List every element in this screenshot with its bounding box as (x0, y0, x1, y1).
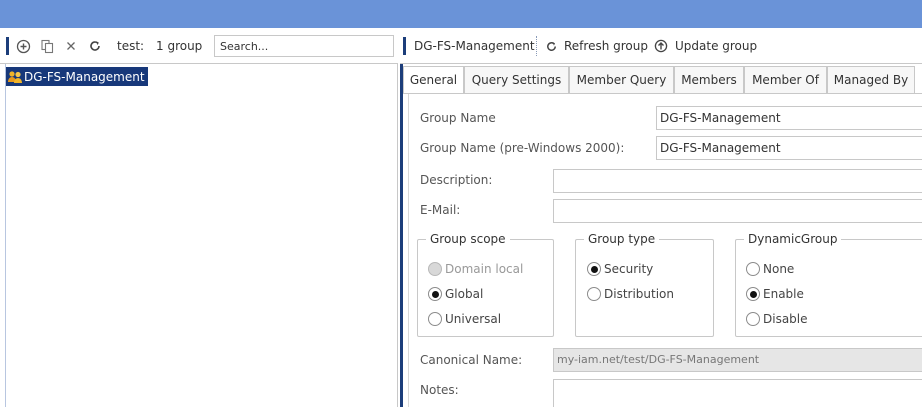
tab-general[interactable]: General (403, 66, 464, 94)
type-security-option[interactable]: Security (587, 262, 653, 276)
scope-global-label: Global (445, 287, 484, 301)
dynamic-group-title: DynamicGroup (744, 232, 842, 246)
radio-disable[interactable] (746, 312, 760, 326)
refresh-group-icon[interactable] (543, 38, 559, 54)
copy-icon[interactable] (39, 38, 55, 54)
notes-field[interactable] (553, 379, 922, 407)
scope-universal-option[interactable]: Universal (428, 312, 501, 326)
add-icon[interactable] (15, 38, 31, 54)
toolbar-accent (6, 37, 9, 55)
tree-item-label: DG-FS-Management (24, 69, 145, 84)
tree-item-group[interactable]: DG-FS-Management (6, 67, 148, 86)
dynamic-disable-label: Disable (763, 312, 808, 326)
scope-domain-local-option[interactable]: Domain local (428, 262, 523, 276)
description-field[interactable] (553, 169, 922, 193)
dynamic-none-label: None (763, 262, 795, 276)
update-group-button[interactable]: Update group (675, 39, 757, 53)
dynamic-disable-option[interactable]: Disable (746, 312, 808, 326)
tab-members[interactable]: Members (674, 66, 744, 94)
dynamic-none-option[interactable]: None (746, 262, 794, 276)
update-group-icon[interactable] (653, 38, 669, 54)
description-label: Description: (420, 173, 493, 187)
right-toolbar: DG-FS-Management Refresh group Update gr… (400, 33, 922, 61)
group-count: 1 group (156, 39, 203, 53)
tree-guide-line (5, 64, 6, 407)
radio-domain-local[interactable] (428, 262, 442, 276)
group-type-title: Group type (584, 232, 660, 246)
canonical-name-label: Canonical Name: (420, 353, 523, 367)
group-tree: DG-FS-Management (0, 63, 398, 407)
group-name-pre2000-label: Group Name (pre-Windows 2000): (420, 141, 625, 155)
radio-global[interactable] (428, 287, 442, 301)
toolbar-accent (403, 37, 406, 55)
radio-universal[interactable] (428, 312, 442, 326)
group-name-field[interactable]: DG-FS-Management (656, 106, 922, 130)
group-scope-title: Group scope (426, 232, 510, 246)
tab-member-query[interactable]: Member Query (569, 66, 674, 94)
scope-domain-local-label: Domain local (445, 262, 524, 276)
radio-distribution[interactable] (587, 287, 601, 301)
scope-global-option[interactable]: Global (428, 287, 483, 301)
email-field[interactable] (553, 199, 922, 223)
notes-label: Notes: (420, 383, 459, 397)
window-top-bar (0, 0, 922, 28)
selected-group-title: DG-FS-Management (414, 39, 535, 53)
group-name-pre2000-field[interactable]: DG-FS-Management (656, 136, 922, 160)
group-icon (7, 69, 23, 85)
detail-accent-line (400, 64, 403, 407)
context-label: test: (117, 39, 145, 53)
scope-universal-label: Universal (445, 312, 502, 326)
toolbar-separator (536, 36, 537, 56)
search-input[interactable] (214, 35, 394, 57)
radio-security[interactable] (587, 262, 601, 276)
tab-managed-by[interactable]: Managed By (827, 66, 915, 94)
tab-member-of[interactable]: Member Of (744, 66, 827, 94)
close-icon[interactable] (63, 38, 79, 54)
dynamic-enable-option[interactable]: Enable (746, 287, 804, 301)
group-name-label: Group Name (420, 111, 496, 125)
dynamic-enable-label: Enable (763, 287, 804, 301)
email-label: E-Mail: (420, 203, 461, 217)
type-distribution-label: Distribution (604, 287, 675, 301)
tab-query-settings[interactable]: Query Settings (464, 66, 569, 94)
radio-enable[interactable] (746, 287, 760, 301)
type-security-label: Security (604, 262, 654, 276)
radio-none[interactable] (746, 262, 760, 276)
refresh-group-button[interactable]: Refresh group (564, 39, 648, 53)
refresh-icon[interactable] (87, 38, 103, 54)
left-toolbar: test: 1 group (0, 33, 398, 61)
canonical-name-field: my-iam.net/test/DG-FS-Management (553, 348, 922, 372)
type-distribution-option[interactable]: Distribution (587, 287, 674, 301)
